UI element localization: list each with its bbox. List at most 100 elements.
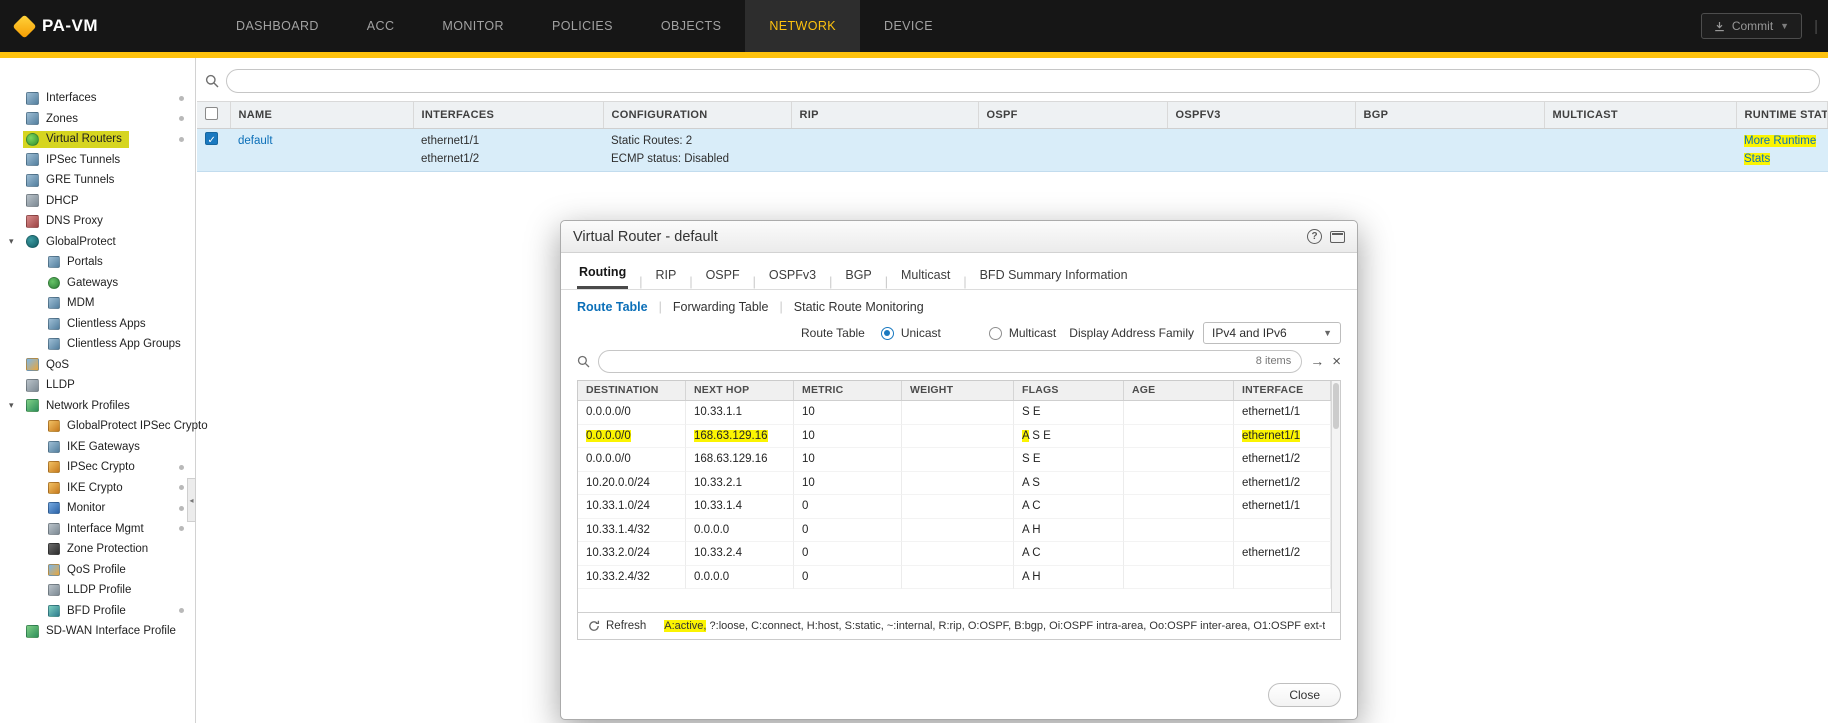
- tab-ospfv3[interactable]: OSPFv3: [767, 268, 818, 289]
- sidebar-item-zone-protection[interactable]: Zone Protection: [0, 539, 195, 560]
- col-multicast[interactable]: MULTICAST: [1544, 102, 1736, 129]
- route-table-row[interactable]: 0.0.0.0/010.33.1.110S Eethernet1/1: [578, 401, 1331, 425]
- route-search-input[interactable]: 8 items: [598, 350, 1302, 373]
- tab-multicast[interactable]: Multicast: [899, 268, 952, 289]
- clientless-app-groups-icon: [48, 338, 60, 350]
- tab-rip[interactable]: RIP: [653, 268, 678, 289]
- sidebar-item-qos-profile[interactable]: QoS Profile: [0, 560, 195, 581]
- col-age[interactable]: AGE: [1124, 381, 1234, 400]
- sidebar-item-zones[interactable]: Zones: [0, 109, 195, 130]
- nav-tab-objects[interactable]: OBJECTS: [637, 0, 745, 52]
- sidebar-item-ike-crypto[interactable]: IKE Crypto: [0, 478, 195, 499]
- tab-routing[interactable]: Routing: [577, 265, 628, 289]
- nav-tab-policies[interactable]: POLICIES: [528, 0, 637, 52]
- chevron-down-icon[interactable]: ▾: [9, 236, 14, 247]
- refresh-button[interactable]: Refresh: [606, 620, 646, 632]
- tab-bfd-summary[interactable]: BFD Summary Information: [978, 268, 1130, 289]
- col-rip[interactable]: RIP: [791, 102, 978, 129]
- subtab-route-table[interactable]: Route Table: [577, 300, 648, 314]
- refresh-icon[interactable]: [588, 620, 600, 632]
- nav-tab-dashboard[interactable]: DASHBOARD: [212, 0, 343, 52]
- col-destination[interactable]: DESTINATION: [578, 381, 686, 400]
- col-flags[interactable]: FLAGS: [1014, 381, 1124, 400]
- sidebar-item-dns-proxy[interactable]: DNS Proxy: [0, 211, 195, 232]
- col-interfaces[interactable]: INTERFACES: [413, 102, 603, 129]
- nav-tab-monitor[interactable]: MONITOR: [418, 0, 528, 52]
- multicast-label: Multicast: [1009, 326, 1056, 340]
- nav-tab-network[interactable]: NETWORK: [745, 0, 860, 52]
- config-line: Static Routes: 2: [611, 132, 783, 150]
- sidebar-collapse-handle[interactable]: ◂: [187, 478, 196, 522]
- table-row[interactable]: default ethernet1/1 ethernet1/2 Static R…: [197, 129, 1828, 172]
- sidebar-item-lldp[interactable]: LLDP: [0, 375, 195, 396]
- sidebar-item-monitor[interactable]: Monitor: [0, 498, 195, 519]
- nav-tab-device[interactable]: DEVICE: [860, 0, 957, 52]
- sidebar-item-interfaces[interactable]: Interfaces: [0, 88, 195, 109]
- cell-weight: [902, 519, 1014, 543]
- col-next-hop[interactable]: NEXT HOP: [686, 381, 794, 400]
- route-table-row[interactable]: 10.33.1.0/2410.33.1.40A Cethernet1/1: [578, 495, 1331, 519]
- col-ospfv3[interactable]: OSPFV3: [1167, 102, 1355, 129]
- chevron-down-icon[interactable]: ▾: [9, 400, 14, 411]
- virtual-router-dialog: Virtual Router - default ? Routing RIP O…: [560, 220, 1358, 720]
- sidebar-item-mdm[interactable]: MDM: [0, 293, 195, 314]
- sidebar-item-clientless-app-groups[interactable]: Clientless App Groups: [0, 334, 195, 355]
- sidebar-item-lldp-profile[interactable]: LLDP Profile: [0, 580, 195, 601]
- col-weight[interactable]: WEIGHT: [902, 381, 1014, 400]
- sidebar-item-network-profiles[interactable]: ▾Network Profiles: [0, 396, 195, 417]
- route-table-row[interactable]: 0.0.0.0/0168.63.129.1610A S Eethernet1/1: [578, 425, 1331, 449]
- sidebar-item-gateways[interactable]: Gateways: [0, 273, 195, 294]
- sidebar-item-ipsec-crypto[interactable]: IPSec Crypto: [0, 457, 195, 478]
- sidebar-item-virtual-routers[interactable]: Virtual Routers: [0, 129, 195, 150]
- sidebar-item-body: Interface Mgmt: [48, 523, 144, 535]
- route-table-row[interactable]: 10.33.2.0/2410.33.2.40A Cethernet1/2: [578, 542, 1331, 566]
- col-name[interactable]: NAME: [230, 102, 413, 129]
- sidebar-item-qos[interactable]: QoS: [0, 355, 195, 376]
- scrollbar[interactable]: [1331, 381, 1340, 612]
- sidebar-item-gre-tunnels[interactable]: GRE Tunnels: [0, 170, 195, 191]
- select-all-checkbox[interactable]: [205, 107, 218, 120]
- row-checkbox[interactable]: [205, 132, 218, 145]
- help-icon[interactable]: ?: [1307, 229, 1322, 244]
- col-ospf[interactable]: OSPF: [978, 102, 1167, 129]
- sidebar-item-globalprotect-ipsec-crypto[interactable]: GlobalProtect IPSec Crypto: [0, 416, 195, 437]
- col-interface[interactable]: INTERFACE: [1234, 381, 1331, 400]
- commit-button[interactable]: Commit ▼: [1701, 13, 1802, 39]
- tab-ospf[interactable]: OSPF: [704, 268, 742, 289]
- sidebar-item-clientless-apps[interactable]: Clientless Apps: [0, 314, 195, 335]
- sidebar-item-interface-mgmt[interactable]: Interface Mgmt: [0, 519, 195, 540]
- close-button[interactable]: Close: [1268, 683, 1341, 707]
- router-name-link[interactable]: default: [238, 135, 273, 147]
- sidebar-item-ike-gateways[interactable]: IKE Gateways: [0, 437, 195, 458]
- unicast-radio[interactable]: [881, 327, 894, 340]
- route-table-row[interactable]: 0.0.0.0/0168.63.129.1610S Eethernet1/2: [578, 448, 1331, 472]
- col-bgp[interactable]: BGP: [1355, 102, 1544, 129]
- sidebar-item-portals[interactable]: Portals: [0, 252, 195, 273]
- address-family-select[interactable]: IPv4 and IPv6 ▼: [1203, 322, 1341, 344]
- tab-bgp[interactable]: BGP: [843, 268, 873, 289]
- apply-filter-icon[interactable]: →: [1310, 353, 1324, 369]
- sidebar-item-sd-wan-interface-profile[interactable]: SD-WAN Interface Profile: [0, 621, 195, 642]
- route-table-row[interactable]: 10.33.1.4/320.0.0.00A H: [578, 519, 1331, 543]
- more-runtime-stats-link[interactable]: More Runtime Stats: [1744, 135, 1816, 165]
- clear-filter-icon[interactable]: ×: [1332, 354, 1341, 369]
- subtab-forwarding-table[interactable]: Forwarding Table: [673, 300, 769, 314]
- search-input[interactable]: [226, 69, 1820, 93]
- nav-tab-acc[interactable]: ACC: [343, 0, 419, 52]
- col-metric[interactable]: METRIC: [794, 381, 902, 400]
- route-table-row[interactable]: 10.20.0.0/2410.33.2.110A Sethernet1/2: [578, 472, 1331, 496]
- sidebar-item-body: Clientless App Groups: [48, 338, 181, 350]
- sidebar-item-label: LLDP Profile: [67, 584, 131, 596]
- route-table-row[interactable]: 10.33.2.4/320.0.0.00A H: [578, 566, 1331, 590]
- sidebar-item-ipsec-tunnels[interactable]: IPSec Tunnels: [0, 150, 195, 171]
- cell-interface: ethernet1/2: [1234, 472, 1331, 496]
- col-runtime-stats[interactable]: RUNTIME STATS: [1736, 102, 1828, 129]
- col-configuration[interactable]: CONFIGURATION: [603, 102, 791, 129]
- sidebar-item-bfd-profile[interactable]: BFD Profile: [0, 601, 195, 622]
- popout-icon[interactable]: [1330, 231, 1345, 243]
- sidebar-item-globalprotect[interactable]: ▾GlobalProtect: [0, 232, 195, 253]
- subtab-static-route-monitoring[interactable]: Static Route Monitoring: [794, 300, 924, 314]
- multicast-radio[interactable]: [989, 327, 1002, 340]
- scrollbar-thumb[interactable]: [1333, 383, 1339, 429]
- sidebar-item-dhcp[interactable]: DHCP: [0, 191, 195, 212]
